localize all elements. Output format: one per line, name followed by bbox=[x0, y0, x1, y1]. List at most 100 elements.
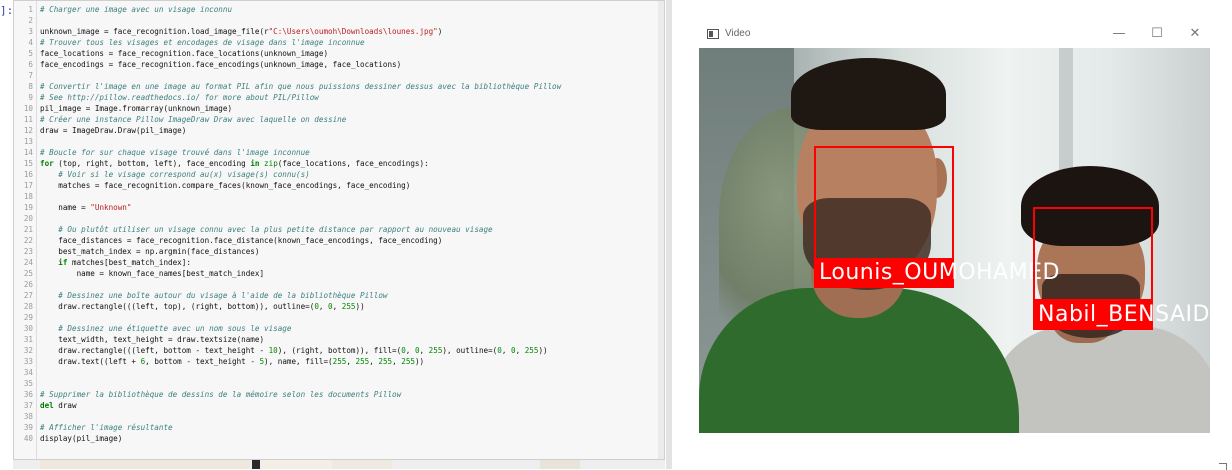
code-line[interactable]: 35 bbox=[14, 378, 654, 389]
code-token: 255 bbox=[524, 346, 539, 355]
code-line[interactable]: 31 text_width, text_height = draw.textsi… bbox=[14, 334, 654, 345]
code-line[interactable]: 39 # Afficher l'image résultante bbox=[14, 422, 654, 433]
code-line[interactable]: 38 bbox=[14, 411, 654, 422]
code-line[interactable]: 19 name = "Unknown" bbox=[14, 202, 654, 213]
code-token: draw = ImageDraw.Draw(pil_image) bbox=[40, 126, 187, 135]
window-app-icon bbox=[707, 29, 719, 39]
code-line[interactable]: 6 face_encodings = face_recognition.face_… bbox=[14, 59, 654, 70]
code-cell[interactable]: 1 # Charger une image avec un visage inco… bbox=[13, 0, 665, 460]
code-comment: # Convertir l'image en une image au form… bbox=[40, 82, 562, 91]
code-line[interactable]: 20 bbox=[14, 213, 654, 224]
code-token: ), (right, bottom)), fill=( bbox=[277, 346, 402, 355]
code-line[interactable]: 40 display(pil_image) bbox=[14, 433, 654, 444]
code-line[interactable]: 3 unknown_image = face_recognition.load_i… bbox=[14, 26, 654, 37]
code-token: )) bbox=[355, 302, 365, 311]
maximize-button[interactable]: ☐ bbox=[1147, 25, 1167, 43]
line-number: 39 bbox=[23, 423, 33, 432]
code-comment: # Créer une instance Pillow ImageDraw Dr… bbox=[40, 115, 347, 124]
code-token: pil_image = Image.fromarray(unknown_imag… bbox=[40, 104, 233, 113]
line-number: 40 bbox=[23, 434, 33, 443]
code-line[interactable]: 15 for (top, right, bottom, left), face_e… bbox=[14, 158, 654, 169]
line-number: 30 bbox=[23, 324, 33, 333]
code-text: # Dessinez une boîte autour du visage à … bbox=[40, 290, 387, 301]
code-line[interactable]: 5 face_locations = face_recognition.face_… bbox=[14, 48, 654, 59]
code-line[interactable]: 17 matches = face_recognition.compare_fa… bbox=[14, 180, 654, 191]
code-comment: # See http://pillow.readthedocs.io/ for … bbox=[40, 93, 319, 102]
code-line[interactable]: 30 # Dessinez une étiquette avec un nom … bbox=[14, 323, 654, 334]
code-text: draw = ImageDraw.Draw(pil_image) bbox=[40, 125, 186, 136]
code-line[interactable]: 11 # Créer une instance Pillow ImageDraw … bbox=[14, 114, 654, 125]
line-number: 32 bbox=[23, 346, 33, 355]
line-number: 13 bbox=[23, 137, 33, 146]
code-text: name = known_face_names[best_match_index… bbox=[40, 268, 264, 279]
notebook-scrollbar[interactable] bbox=[666, 0, 672, 469]
line-number: 10 bbox=[23, 104, 33, 113]
code-text: matches = face_recognition.compare_faces… bbox=[40, 180, 410, 191]
code-string: "Unknown" bbox=[90, 203, 132, 212]
code-text: face_distances = face_recognition.face_d… bbox=[40, 235, 442, 246]
code-text: best_match_index = np.argmin(face_distan… bbox=[40, 246, 259, 257]
code-text: del draw bbox=[40, 400, 77, 411]
code-token: , bbox=[332, 302, 342, 311]
close-button[interactable]: ✕ bbox=[1185, 25, 1205, 43]
code-line[interactable]: 14 # Boucle for sur chaque visage trouvé … bbox=[14, 147, 654, 158]
code-line[interactable]: 1 # Charger une image avec un visage inco… bbox=[14, 4, 654, 15]
code-text: # Boucle for sur chaque visage trouvé da… bbox=[40, 147, 310, 158]
code-line[interactable]: 36 # Supprimer la bibliothèque de dessins… bbox=[14, 389, 654, 400]
code-line[interactable]: 21 # Ou plutôt utiliser un visage connu … bbox=[14, 224, 654, 235]
face-label: Lounis_OUMOHAMED bbox=[819, 260, 1060, 285]
code-line[interactable]: 32 draw.rectangle(((left, bottom - text_… bbox=[14, 345, 654, 356]
face-label: Nabil_BENSAID bbox=[1038, 302, 1210, 327]
video-window[interactable]: Video — ☐ ✕ Lounis_OUMOHAMED Nabil_BENSA… bbox=[699, 20, 1210, 435]
line-number: 26 bbox=[23, 280, 33, 289]
code-line[interactable]: 10 pil_image = Image.fromarray(unknown_im… bbox=[14, 103, 654, 114]
line-number: 27 bbox=[23, 291, 33, 300]
line-number: 24 bbox=[23, 258, 33, 267]
window-titlebar[interactable]: Video — ☐ ✕ bbox=[699, 20, 1210, 48]
code-line[interactable]: 28 draw.rectangle(((left, top), (right, … bbox=[14, 301, 654, 312]
line-number: 38 bbox=[23, 412, 33, 421]
code-line[interactable]: 33 draw.text((left + 6, bottom - text_he… bbox=[14, 356, 654, 367]
code-line[interactable]: 8 # Convertir l'image en une image au for… bbox=[14, 81, 654, 92]
code-keyword: for bbox=[40, 159, 54, 168]
code-line[interactable]: 13 bbox=[14, 136, 654, 147]
code-line[interactable]: 34 bbox=[14, 367, 654, 378]
line-number: 37 bbox=[23, 401, 33, 410]
code-text: unknown_image = face_recognition.load_im… bbox=[40, 26, 442, 37]
code-line[interactable]: 24 if matches[best_match_index]: bbox=[14, 257, 654, 268]
code-text: # Afficher l'image résultante bbox=[40, 422, 173, 433]
code-comment: # Dessinez une boîte autour du visage à … bbox=[40, 291, 388, 300]
code-line[interactable]: 29 bbox=[14, 312, 654, 323]
code-token: 10 bbox=[268, 346, 278, 355]
code-comment: # Voir si le visage correspond au(x) vis… bbox=[40, 170, 310, 179]
code-line[interactable]: 16 # Voir si le visage correspond au(x) … bbox=[14, 169, 654, 180]
code-line[interactable]: 7 bbox=[14, 70, 654, 81]
code-text: name = "Unknown" bbox=[40, 202, 131, 213]
line-number: 11 bbox=[23, 115, 33, 124]
code-line[interactable]: 23 best_match_index = np.argmin(face_dis… bbox=[14, 246, 654, 257]
minimize-button[interactable]: — bbox=[1109, 25, 1129, 43]
output-image-fragment bbox=[540, 460, 580, 469]
code-line[interactable]: 26 bbox=[14, 279, 654, 290]
output-image-fragment bbox=[252, 460, 260, 469]
code-token: , bbox=[515, 346, 525, 355]
code-line[interactable]: 4 # Trouver tous les visages et encodages… bbox=[14, 37, 654, 48]
code-line[interactable]: 22 face_distances = face_recognition.fac… bbox=[14, 235, 654, 246]
code-token: ), name, fill=( bbox=[264, 357, 333, 366]
code-token: (face_locations, face_encodings): bbox=[277, 159, 429, 168]
code-line[interactable]: 27 # Dessinez une boîte autour du visage… bbox=[14, 290, 654, 301]
code-line[interactable]: 37 del draw bbox=[14, 400, 654, 411]
code-line[interactable]: 25 name = known_face_names[best_match_in… bbox=[14, 268, 654, 279]
code-text: for (top, right, bottom, left), face_enc… bbox=[40, 158, 429, 169]
code-line[interactable]: 12 draw = ImageDraw.Draw(pil_image) bbox=[14, 125, 654, 136]
code-token: 255 bbox=[332, 357, 347, 366]
vertical-scrollbar[interactable] bbox=[658, 1, 664, 459]
line-number: 21 bbox=[23, 225, 33, 234]
code-line[interactable]: 18 bbox=[14, 191, 654, 202]
code-comment: # Dessinez une étiquette avec un nom sou… bbox=[40, 324, 292, 333]
person1-hair bbox=[791, 58, 946, 130]
code-line[interactable]: 2 bbox=[14, 15, 654, 26]
line-number: 5 bbox=[28, 49, 33, 58]
code-line[interactable]: 9 # See http://pillow.readthedocs.io/ for… bbox=[14, 92, 654, 103]
line-number: 4 bbox=[28, 38, 33, 47]
